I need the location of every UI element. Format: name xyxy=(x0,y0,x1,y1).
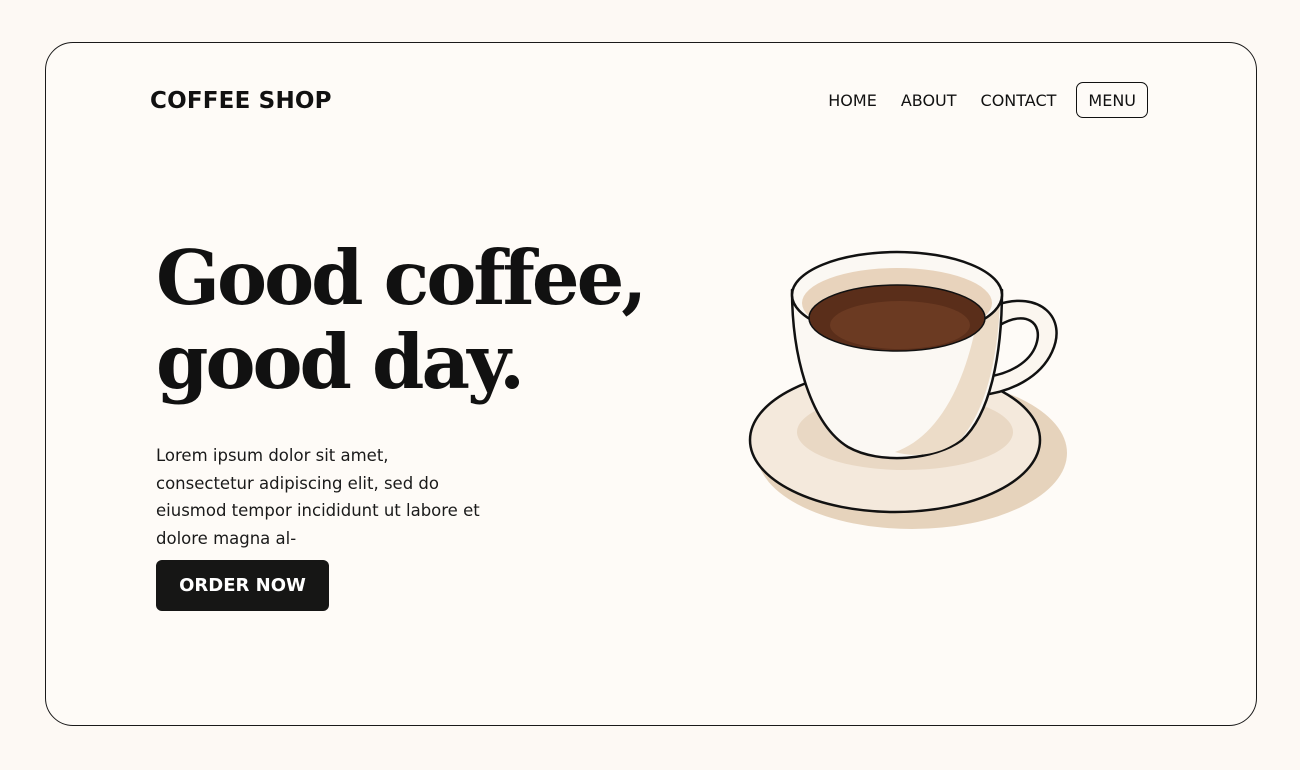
coffee-cup-illustration-icon xyxy=(748,250,1067,529)
hero-description: Lorem ipsum dolor sit amet, consectetur … xyxy=(156,446,480,548)
hero-headline-line-1: Good coffee, xyxy=(156,234,647,322)
hero-headline: Good coffee, good day. xyxy=(156,234,647,406)
order-now-button[interactable]: ORDER NOW xyxy=(156,560,329,611)
nav-link-contact[interactable]: CONTACT xyxy=(981,91,1057,110)
nav-link-home[interactable]: HOME xyxy=(828,91,877,110)
hero-headline-line-2: good day. xyxy=(156,318,525,406)
brand-logo[interactable]: COFFEE SHOP xyxy=(150,88,332,114)
main-nav: HOME ABOUT CONTACT MENU xyxy=(828,82,1148,118)
menu-button[interactable]: MENU xyxy=(1076,82,1148,118)
nav-link-about[interactable]: ABOUT xyxy=(901,91,957,110)
coffee-highlight xyxy=(830,301,970,349)
